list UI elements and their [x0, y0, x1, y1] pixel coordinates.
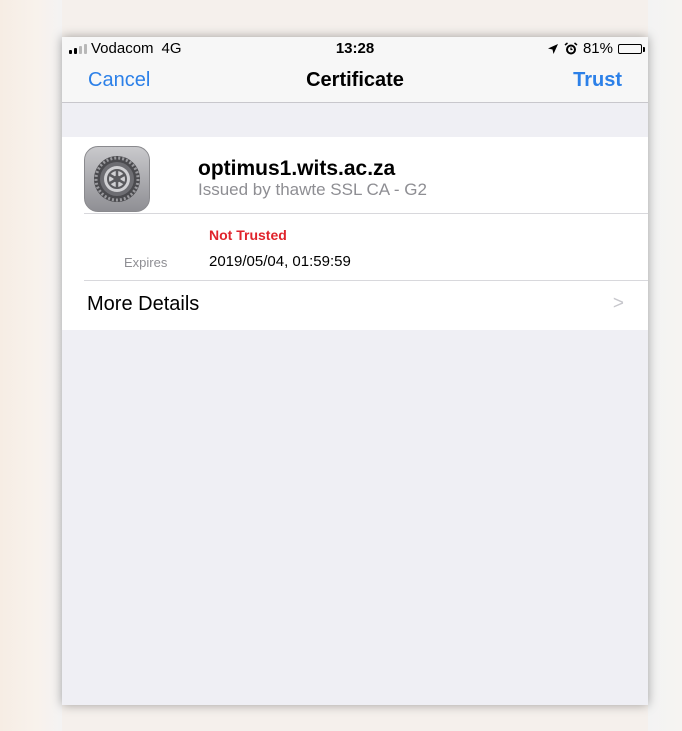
chevron-right-icon: >: [612, 293, 624, 314]
divider: [84, 213, 648, 214]
battery-percent: 81%: [582, 40, 613, 57]
phone-screen: Vodacom 4G 13:28 81% Cancel Certificate …: [62, 37, 648, 705]
alarm-clock-icon: [564, 41, 578, 54]
more-details-label: More Details: [87, 293, 200, 315]
certificate-name: optimus1.wits.ac.za: [198, 157, 396, 180]
certificate-issuer: Issued by thawte SSL CA - G2: [198, 180, 427, 199]
location-arrow-icon: [547, 43, 558, 54]
navigation-bar: Cancel Certificate Trust: [62, 59, 648, 103]
expires-label: Expires: [124, 255, 168, 270]
battery-icon: [618, 43, 645, 54]
more-details-row[interactable]: More Details >: [62, 281, 648, 330]
status-right: 81%: [547, 40, 645, 57]
settings-gear-icon: [84, 146, 150, 212]
backdrop-right: [648, 0, 682, 731]
expires-value: 2019/05/04, 01:59:59: [209, 253, 351, 270]
page-title: Certificate: [306, 69, 404, 91]
status-bar: Vodacom 4G 13:28 81%: [62, 37, 648, 59]
trust-status-label: Not Trusted: [209, 227, 287, 243]
backdrop-left: [0, 0, 62, 731]
trust-button[interactable]: Trust: [573, 69, 622, 92]
certificate-summary-card: optimus1.wits.ac.za Issued by thawte SSL…: [62, 137, 648, 330]
